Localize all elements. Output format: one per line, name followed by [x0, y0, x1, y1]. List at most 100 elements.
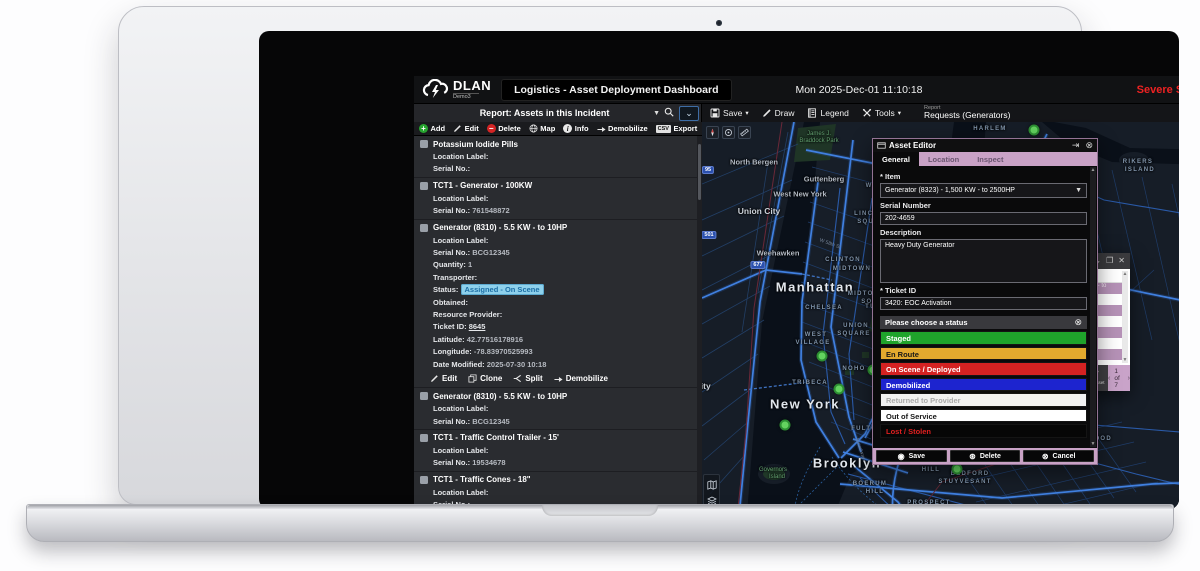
popup-maximize-icon[interactable]: ❐ — [1106, 257, 1113, 265]
editor-close-icon[interactable]: ⊗ — [1085, 141, 1093, 150]
map-button[interactable]: Map — [529, 124, 556, 133]
status-badge: Assigned - On Scene — [461, 284, 544, 295]
delete-button[interactable]: −Delete — [487, 124, 521, 133]
clone-item-button[interactable]: Clone — [468, 374, 502, 383]
info-icon: i — [563, 124, 572, 133]
export-button[interactable]: CSVExport — [656, 124, 698, 133]
status-option[interactable]: Staged — [880, 331, 1087, 345]
info-button[interactable]: iInfo — [563, 124, 588, 133]
delete-button[interactable]: ⊛Delete — [950, 450, 1021, 462]
asset-field: Ticket ID: 8645 — [433, 320, 698, 332]
tab-inspect[interactable]: Inspect — [968, 152, 1012, 166]
active-report: Report Requests (Generators) — [924, 105, 1010, 120]
field-label: Location Label: — [433, 194, 488, 203]
report-selector-bar: Report: Assets in this Incident ▼ ⌄ — [414, 104, 702, 122]
description-input[interactable]: Heavy Duty Generator — [880, 239, 1087, 283]
basemap-icon[interactable] — [704, 477, 719, 493]
csv-icon: CSV — [656, 125, 671, 133]
popup-scrollbar[interactable]: ▲▼ — [1122, 271, 1128, 363]
description-label: Description — [880, 228, 1087, 237]
tools-menu[interactable]: Tools▾ — [862, 108, 901, 118]
item-label: * Item — [880, 172, 1087, 181]
measure-icon[interactable] — [738, 126, 751, 139]
sidebar-collapse-button[interactable]: ⌄ — [679, 106, 699, 121]
asset-marker[interactable] — [952, 464, 963, 475]
tab-general[interactable]: General — [873, 152, 919, 166]
asset-checkbox[interactable] — [420, 224, 428, 232]
asset-field: Longitude: -78.83970525993 — [433, 345, 698, 357]
list-item[interactable]: Generator (8310) - 5.5 KW - to 10HPLocat… — [414, 388, 702, 430]
demobilize-icon — [597, 124, 606, 133]
asset-field: Serial No.: 19534678 — [433, 456, 698, 468]
tab-location[interactable]: Location — [919, 152, 968, 166]
status-option[interactable]: Returned to Provider — [880, 393, 1087, 407]
field-label: Transporter: — [433, 273, 477, 282]
ticket-input[interactable]: 3420: EOC Activation — [880, 297, 1087, 310]
laptop-notch — [542, 505, 658, 516]
field-label: Location Label: — [433, 488, 488, 497]
serial-label: Serial Number — [880, 201, 1087, 210]
add-button[interactable]: +Add — [419, 124, 445, 133]
asset-marker[interactable] — [780, 420, 791, 431]
asset-marker[interactable] — [834, 384, 845, 395]
save-menu[interactable]: Save▾ — [710, 108, 749, 118]
asset-marker[interactable] — [817, 351, 828, 362]
status-close-icon[interactable]: ⊗ — [1074, 318, 1082, 327]
locate-icon[interactable] — [722, 126, 735, 139]
serial-input[interactable]: 202-4659 — [880, 212, 1087, 225]
edit-button[interactable]: Edit — [453, 124, 479, 133]
field-label: Latitude: — [433, 335, 467, 344]
asset-checkbox[interactable] — [420, 182, 428, 190]
asset-marker[interactable] — [1029, 125, 1040, 136]
status-option[interactable]: On Scene / Deployed — [880, 362, 1087, 376]
list-item[interactable]: TCT1 - Generator - 100KWLocation Label: … — [414, 178, 702, 220]
save-button[interactable]: ◉Save — [876, 450, 947, 462]
asset-checkbox[interactable] — [420, 476, 428, 484]
field-label: Serial No.: — [433, 164, 470, 173]
field-label: Ticket ID: — [433, 322, 469, 331]
laptop-base — [26, 504, 1174, 542]
split-item-button[interactable]: Split — [513, 374, 542, 383]
asset-checkbox[interactable] — [420, 434, 428, 442]
status-option[interactable]: Demobilized — [880, 378, 1087, 392]
report-selector[interactable]: Report: Assets in this Incident — [414, 108, 649, 118]
brand-subtitle: Demo3 — [453, 93, 479, 101]
asset-field: Status: Assigned - On Scene — [433, 283, 698, 295]
status-option[interactable]: Lost / Stolen — [880, 424, 1087, 438]
item-select[interactable]: Generator (8323) - 1,500 KW - to 2500HP▼ — [880, 183, 1087, 198]
compass-icon[interactable] — [706, 126, 719, 139]
edit-item-button[interactable]: Edit — [430, 374, 457, 383]
popup-close-icon[interactable]: ✕ — [1118, 257, 1125, 265]
asset-field: Latitude: 42.77516178916 — [433, 333, 698, 345]
cancel-button[interactable]: ⊗Cancel — [1023, 450, 1094, 462]
status-option[interactable]: Out of Service — [880, 409, 1087, 423]
asset-field: Location Label: — [433, 234, 698, 246]
asset-sidebar: +Add Edit −Delete Map iInfo Demobilize C… — [414, 122, 702, 509]
draw-button[interactable]: Draw — [762, 108, 795, 118]
prev-page-icon[interactable]: ‹ — [1108, 375, 1110, 382]
editor-scrollbar[interactable]: ▲▼ — [1090, 167, 1096, 447]
ticket-link[interactable]: 8645 — [469, 322, 486, 331]
dock-pin-icon[interactable]: ⇥ — [1072, 141, 1080, 150]
asset-list: Potassium Iodide PillsLocation Label: Se… — [414, 136, 702, 509]
asset-checkbox[interactable] — [420, 392, 428, 400]
field-value: 42.77516178916 — [467, 335, 523, 344]
list-item[interactable]: Potassium Iodide PillsLocation Label: Se… — [414, 136, 702, 178]
list-item[interactable]: Generator (8310) - 5.5 KW - to 10HPLocat… — [414, 220, 702, 388]
demobilize-button[interactable]: Demobilize — [597, 124, 648, 133]
status-option[interactable]: En Route — [880, 347, 1087, 361]
asset-checkbox[interactable] — [420, 140, 428, 148]
next-page-icon[interactable]: › — [1128, 375, 1130, 382]
incident-alert: Severe Storm — [1137, 84, 1179, 96]
field-label: Location Label: — [433, 152, 488, 161]
field-label: Quantity: — [433, 260, 468, 269]
legend-button[interactable]: Legend — [807, 108, 848, 118]
map-toolbar: Save▾ Draw Legend Tools▾ — [702, 104, 1179, 122]
demobilize-item-button[interactable]: Demobilize — [554, 374, 608, 383]
report-dropdown-icon[interactable]: ▼ — [653, 110, 660, 117]
field-label: Serial No.: — [433, 206, 472, 215]
sidebar-search-icon[interactable] — [664, 104, 674, 122]
list-item[interactable]: TCT1 - Traffic Control Trailer - 15'Loca… — [414, 430, 702, 472]
asset-field: Quantity: 1 — [433, 258, 698, 270]
page: { "topbar": { "brand": "DLAN", "brand_su… — [0, 0, 1200, 571]
